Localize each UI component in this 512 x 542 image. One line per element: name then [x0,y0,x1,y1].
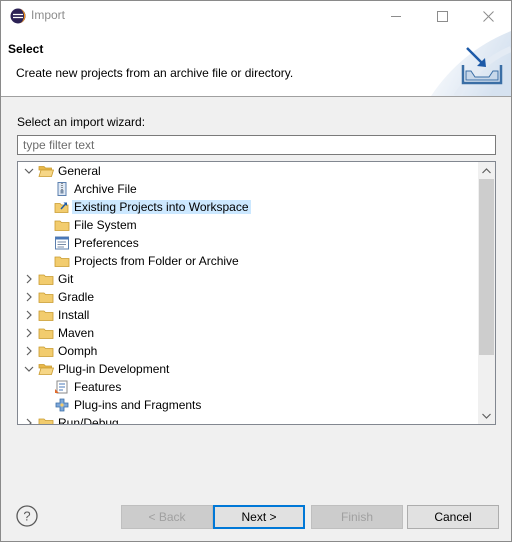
close-icon [482,10,494,22]
cancel-button[interactable]: Cancel [407,505,499,529]
chevron-down-icon [482,413,491,419]
tree-item[interactable]: Gradle [18,288,478,306]
tree-item-label: Existing Projects into Workspace [72,200,251,214]
tree-item[interactable]: Run/Debug [18,414,478,425]
tree-item-label: Maven [58,326,95,340]
folder-icon [38,325,54,341]
chevron-right-icon[interactable] [23,288,35,306]
tree-item-label: Plug-in Development [58,362,170,376]
folder-open-icon [38,163,55,179]
tree-item[interactable]: Features [18,378,478,396]
filter-input[interactable] [17,135,496,155]
help-glyph: ? [23,509,30,524]
folder-icon [38,307,54,323]
page-title: Select [8,42,44,56]
folder-icon [54,253,70,269]
tree-item[interactable]: Plug-in Development [18,360,478,378]
next-button[interactable]: Next > [213,505,305,529]
tree-item-label: Install [58,308,90,322]
scroll-up-button[interactable] [478,162,495,179]
chevron-down-icon[interactable] [23,360,35,378]
chevron-right-icon[interactable] [23,342,35,360]
plugins-icon [54,397,70,413]
wizard-header: Select Create new projects from an archi… [1,31,511,97]
import-dialog: Import Select Create new projects from a… [0,0,512,542]
window-title: Import [31,8,66,22]
tree-item-label: Gradle [58,290,95,304]
folder-open-icon [38,361,55,377]
tree-item-label: General [58,164,101,178]
maximize-button[interactable] [419,1,465,31]
tree-item[interactable]: Git [18,270,478,288]
page-description: Create new projects from an archive file… [16,66,294,80]
tree-item[interactable]: Existing Projects into Workspace [18,198,478,216]
chevron-right-icon[interactable] [23,270,35,288]
import-banner-icon [391,31,511,96]
close-button[interactable] [465,1,511,31]
minimize-button[interactable] [373,1,419,31]
tree-item-label: Preferences [74,236,139,250]
chevron-up-icon [482,167,491,173]
tree-item-label: Projects from Folder or Archive [74,254,239,268]
wizard-label: Select an import wizard: [17,115,146,129]
wizard-tree[interactable]: General Archive File Existing Projects int… [17,161,496,425]
help-button[interactable]: ? [16,505,38,527]
tree-item[interactable]: Preferences [18,234,478,252]
back-button[interactable]: < Back [121,505,213,529]
tree-item-label: Git [58,272,74,286]
help-icon: ? [16,505,38,527]
tree-item[interactable]: Plug-ins and Fragments [18,396,478,414]
tree-item[interactable]: File System [18,216,478,234]
tree-item-label: Features [74,380,122,394]
tree-item-label: File System [74,218,137,232]
tree-item[interactable]: Oomph [18,342,478,360]
folder-icon [38,343,54,359]
tree-item[interactable]: Maven [18,324,478,342]
title-bar: Import [1,1,511,31]
features-icon [54,379,70,395]
chevron-right-icon[interactable] [23,306,35,324]
tree-item-label: Plug-ins and Fragments [74,398,202,412]
maximize-icon [436,10,448,22]
tree-item[interactable]: Install [18,306,478,324]
scroll-down-button[interactable] [478,407,495,424]
folder-icon [38,289,54,305]
tree-item[interactable]: Archive File [18,180,478,198]
eclipse-icon [10,8,26,24]
finish-button[interactable]: Finish [311,505,403,529]
tree-item-label: Run/Debug [58,416,119,425]
tree-item-label: Archive File [74,182,137,196]
chevron-down-icon[interactable] [23,162,35,180]
tree-item[interactable]: Projects from Folder or Archive [18,252,478,270]
tree-item-label: Oomph [58,344,98,358]
minimize-icon [391,16,401,17]
tree-item[interactable]: General [18,162,478,180]
folder-icon [38,271,54,287]
vertical-scrollbar[interactable] [478,162,495,424]
folder-icon [54,217,70,233]
scroll-thumb[interactable] [479,179,494,355]
existing-projects-icon [54,199,70,215]
folder-icon [38,415,54,424]
chevron-right-icon[interactable] [23,414,35,424]
chevron-right-icon[interactable] [23,324,35,342]
archive-file-icon [54,181,70,197]
preferences-icon [54,235,70,251]
